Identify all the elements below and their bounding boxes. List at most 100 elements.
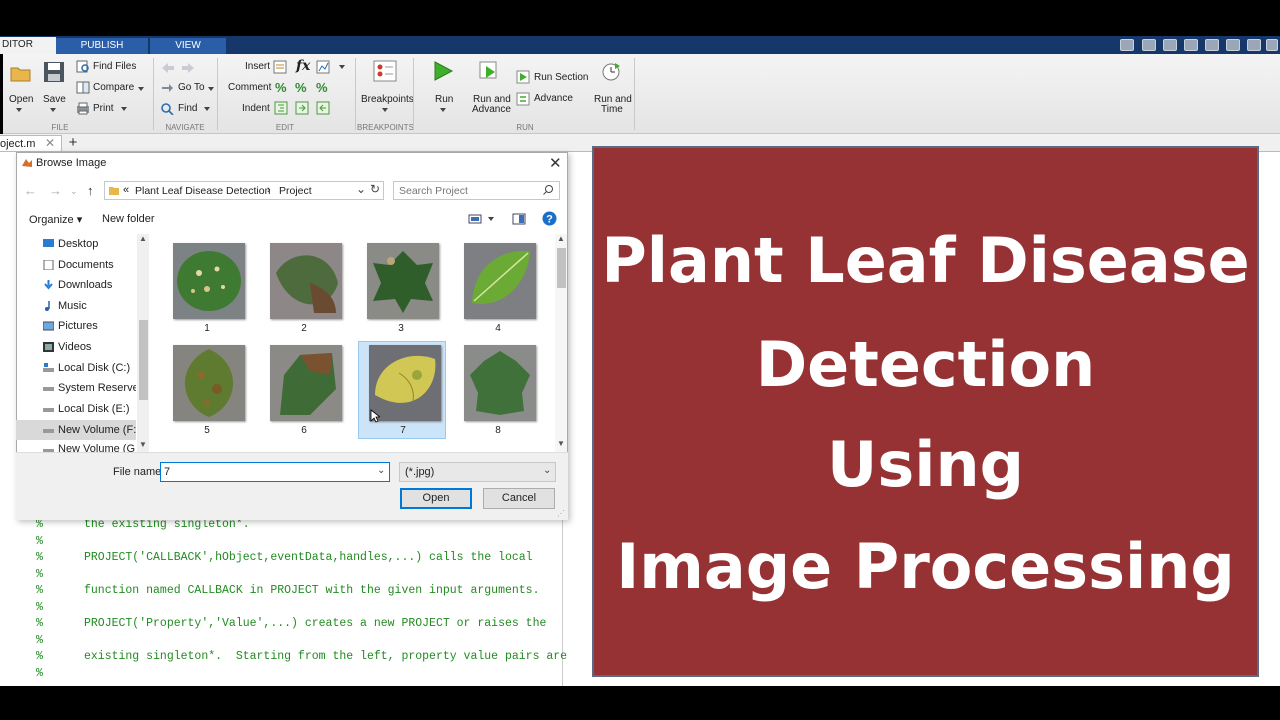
preview-pane-icon[interactable] (512, 213, 526, 225)
open-button[interactable]: Open (400, 488, 472, 509)
back-arrow-icon[interactable]: ← (24, 183, 37, 198)
breadcrumb-overflow[interactable]: « (123, 184, 129, 196)
close-tab-icon[interactable]: ✕ (45, 135, 55, 151)
nav-item-documents[interactable]: Documents (16, 255, 136, 275)
thumbnail-6[interactable]: 6 (260, 342, 348, 440)
print-button[interactable]: Print (93, 103, 114, 114)
file-type-select[interactable]: (*.jpg) (399, 462, 556, 482)
breadcrumb-subfolder[interactable]: Project (279, 185, 312, 197)
code-line[interactable]: PROJECT('Property','Value',...) creates … (84, 617, 546, 630)
file-tab-label[interactable]: oject.m (0, 138, 35, 150)
paste-quick-icon[interactable] (1184, 39, 1198, 51)
nav-item-local-disk-e[interactable]: Local Disk (E:) (16, 399, 136, 419)
thumbnail-1[interactable]: 1 (163, 240, 251, 338)
undo-quick-icon[interactable] (1205, 39, 1219, 51)
compare-caret[interactable] (138, 87, 144, 91)
breakpoints-button[interactable]: Breakpoints (361, 94, 414, 105)
indent-button[interactable]: Indent (242, 103, 270, 114)
save-caret[interactable] (50, 108, 56, 112)
cut-quick-icon[interactable] (1142, 39, 1156, 51)
breadcrumb-folder[interactable]: Plant Leaf Disease Detection (135, 185, 270, 197)
nav-item-local-disk-c[interactable]: Local Disk (C:) (16, 358, 136, 378)
cancel-button[interactable]: Cancel (483, 488, 555, 509)
scroll-up-icon[interactable]: ▲ (139, 234, 147, 243)
insert-button[interactable]: Insert (245, 61, 270, 72)
nav-item-desktop[interactable]: Desktop (16, 234, 136, 254)
compare-icon[interactable] (76, 81, 90, 94)
close-icon[interactable]: ✕ (549, 154, 562, 172)
tab-editor[interactable]: DITOR (0, 37, 56, 54)
scroll-down-icon[interactable]: ▼ (139, 440, 147, 449)
tab-publish[interactable]: PUBLISH (56, 38, 148, 54)
save-quick-icon[interactable] (1120, 39, 1134, 51)
file-type-dropdown-icon[interactable]: ⌄ (543, 465, 551, 476)
thumbnail-2[interactable]: 2 (260, 240, 348, 338)
insert-function-icon[interactable]: fx (296, 58, 310, 74)
address-dropdown-icon[interactable]: ⌄ (356, 182, 366, 196)
go-to-caret[interactable] (208, 87, 214, 91)
new-folder-button[interactable]: New folder (102, 213, 155, 225)
view-options-caret[interactable] (488, 217, 494, 221)
insert-caret[interactable] (339, 65, 345, 69)
increase-indent-icon[interactable] (295, 101, 309, 115)
compare-button[interactable]: Compare (93, 82, 134, 93)
run-and-time-line2[interactable]: Time (601, 104, 623, 115)
recent-locations-chevron-icon[interactable]: ⌄ (70, 186, 78, 197)
thumbnail-4[interactable]: 4 (454, 240, 542, 338)
nav-item-system-reserved[interactable]: System Reserved ( (16, 378, 136, 398)
smart-indent-icon[interactable] (274, 101, 288, 115)
back-forward-nav-icon[interactable] (160, 61, 196, 75)
open-folder-icon[interactable] (10, 63, 32, 83)
advance-icon[interactable] (516, 92, 530, 106)
copy-quick-icon[interactable] (1163, 39, 1177, 51)
save-button-label[interactable]: Save (43, 94, 66, 105)
find-files-button[interactable]: Find Files (93, 61, 136, 72)
organize-menu[interactable]: Organize ▾ (29, 213, 82, 226)
help-icon[interactable]: ? (542, 211, 557, 226)
find-files-icon[interactable] (76, 60, 90, 73)
run-button[interactable]: Run (435, 94, 453, 105)
nav-item-downloads[interactable]: Downloads (16, 275, 136, 295)
scroll-down-icon[interactable]: ▼ (557, 439, 565, 448)
thumbnail-7-selected[interactable]: 7 (358, 341, 446, 439)
search-icon[interactable] (542, 184, 554, 196)
find-icon[interactable] (160, 102, 174, 115)
refresh-icon[interactable]: ↻ (370, 182, 380, 196)
run-and-time-icon[interactable] (600, 60, 622, 82)
thumbnail-8[interactable]: 8 (454, 342, 542, 440)
run-caret[interactable] (440, 108, 446, 112)
open-caret[interactable] (16, 108, 22, 112)
forward-arrow-icon[interactable]: → (49, 183, 62, 198)
up-arrow-icon[interactable]: ↑ (87, 183, 94, 198)
nav-pane-scroll-thumb[interactable] (139, 320, 148, 400)
scroll-up-icon[interactable]: ▲ (557, 234, 565, 243)
nav-item-videos[interactable]: Videos (16, 337, 136, 357)
code-line[interactable]: function named CALLBACK in PROJECT with … (84, 584, 539, 597)
find-caret[interactable] (204, 107, 210, 111)
run-section-icon[interactable] (516, 70, 530, 84)
help-quick-icon[interactable] (1266, 39, 1278, 51)
decrease-indent-icon[interactable] (316, 101, 330, 115)
file-grid-scroll-thumb[interactable] (557, 248, 566, 288)
breakpoints-icon[interactable] (373, 60, 397, 82)
thumbnail-5[interactable]: 5 (163, 342, 251, 440)
uncomment-icon[interactable]: % (295, 80, 307, 95)
nav-item-new-volume-g[interactable]: New Volume (G:) (16, 440, 136, 452)
go-to-button[interactable]: Go To (178, 82, 205, 93)
comment-button[interactable]: Comment (228, 82, 271, 93)
thumbnail-3[interactable]: 3 (357, 240, 445, 338)
breakpoints-caret[interactable] (382, 108, 388, 112)
tab-view[interactable]: VIEW (150, 38, 226, 54)
resize-grip-icon[interactable]: ⋰ (557, 509, 565, 518)
switch-windows-icon[interactable] (1247, 39, 1261, 51)
advance-button[interactable]: Advance (534, 93, 573, 104)
nav-item-music[interactable]: Music (16, 296, 136, 316)
go-to-icon[interactable] (160, 81, 174, 94)
nav-item-new-volume-f[interactable]: New Volume (F:) (16, 420, 136, 440)
run-and-advance-line2[interactable]: Advance (472, 104, 511, 115)
save-disk-icon[interactable] (43, 61, 65, 83)
file-name-dropdown-icon[interactable]: ⌄ (377, 465, 385, 476)
nav-item-pictures[interactable]: Pictures (16, 316, 136, 336)
comment-percent-icon[interactable]: % (275, 80, 287, 95)
code-line[interactable]: existing singleton*. Starting from the l… (84, 650, 567, 663)
